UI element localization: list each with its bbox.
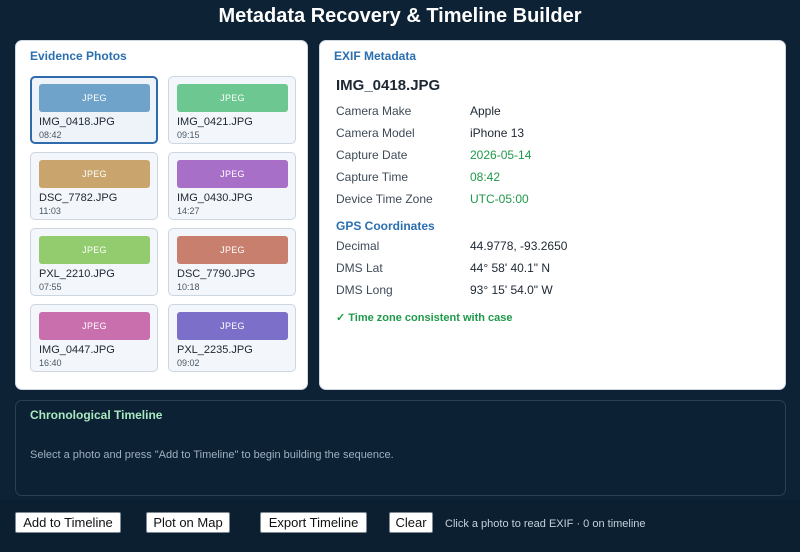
photo-time: 09:02 xyxy=(177,358,200,368)
exif-row-camera-model: Camera Model iPhone 13 xyxy=(336,126,756,142)
exif-key: Capture Time xyxy=(336,170,409,184)
gps-section-title: GPS Coordinates xyxy=(336,219,435,233)
photo-thumbnail[interactable]: JPEG IMG_0430.JPG 14:27 xyxy=(168,152,296,220)
exif-key: Camera Make xyxy=(336,104,412,118)
exif-row-capture-time: Capture Time 08:42 xyxy=(336,170,756,186)
exif-filename: IMG_0418.JPG xyxy=(336,77,441,94)
gps-value: 44.9778, -93.2650 xyxy=(470,239,568,253)
timeline-empty-hint: Select a photo and press "Add to Timelin… xyxy=(30,449,394,461)
photo-filename: PXL_2210.JPG xyxy=(39,268,115,280)
exif-row-camera-make: Camera Make Apple xyxy=(336,104,756,120)
exif-panel: EXIF Metadata IMG_0418.JPG Camera Make A… xyxy=(319,40,786,390)
evidence-panel-title: Evidence Photos xyxy=(30,49,127,63)
photo-time: 14:27 xyxy=(177,206,200,216)
photo-grid: JPEG IMG_0418.JPG 08:42 JPEG IMG_0421.JPG 09:… xyxy=(30,76,296,372)
photo-preview: JPEG xyxy=(39,236,150,264)
photo-preview: JPEG xyxy=(39,84,150,112)
photo-preview: JPEG xyxy=(177,84,288,112)
exif-row-capture-date: Capture Date 2026-05-14 xyxy=(336,148,756,164)
photo-filename: IMG_0418.JPG xyxy=(39,116,115,128)
photo-filename: IMG_0421.JPG xyxy=(177,116,253,128)
gps-key: DMS Lat xyxy=(336,261,383,275)
photo-thumbnail[interactable]: JPEG IMG_0421.JPG 09:15 xyxy=(168,76,296,144)
exif-panel-title: EXIF Metadata xyxy=(334,49,417,63)
add-to-timeline-button[interactable]: Add to Timeline xyxy=(15,512,121,533)
exif-value: Apple xyxy=(470,104,501,118)
photo-filename: IMG_0447.JPG xyxy=(39,344,115,356)
photo-filename: DSC_7782.JPG xyxy=(39,192,118,204)
timeline-title: Chronological Timeline xyxy=(30,408,163,422)
exif-value: 2026-05-14 xyxy=(470,148,532,162)
photo-filename: PXL_2235.JPG xyxy=(177,344,253,356)
exif-value: UTC-05:00 xyxy=(470,192,529,206)
exif-key: Capture Date xyxy=(336,148,408,162)
exif-row-device-time-zone: Device Time Zone UTC-05:00 xyxy=(336,192,756,208)
photo-thumbnail[interactable]: JPEG IMG_0447.JPG 16:40 xyxy=(30,304,158,372)
photo-thumbnail[interactable]: JPEG DSC_7782.JPG 11:03 xyxy=(30,152,158,220)
gps-row-dms-long: DMS Long 93° 15' 54.0" W xyxy=(336,283,756,299)
evidence-panel: Evidence Photos JPEG IMG_0418.JPG 08:42 JPE… xyxy=(15,40,308,390)
gps-value: 93° 15' 54.0" W xyxy=(470,283,553,297)
exif-value: 08:42 xyxy=(470,170,501,184)
timeline-panel: Chronological Timeline Select a photo an… xyxy=(15,400,786,496)
gps-value: 44° 58' 40.1" N xyxy=(470,261,551,275)
toolbar: Add to Timeline Plot on Map Export Timel… xyxy=(0,500,800,552)
gps-key: Decimal xyxy=(336,239,380,253)
photo-time: 11:03 xyxy=(39,206,61,216)
photo-thumbnail[interactable]: JPEG IMG_0418.JPG 08:42 xyxy=(30,76,158,144)
exif-key: Camera Model xyxy=(336,126,415,140)
gps-key: DMS Long xyxy=(336,283,393,297)
photo-thumbnail[interactable]: JPEG PXL_2210.JPG 07:55 xyxy=(30,228,158,296)
photo-time: 09:15 xyxy=(177,130,200,140)
exif-value: iPhone 13 xyxy=(470,126,525,140)
photo-time: 07:55 xyxy=(39,282,62,292)
export-timeline-button[interactable]: Export Timeline xyxy=(260,512,367,533)
clear-button[interactable]: Clear xyxy=(389,512,433,533)
photo-preview: JPEG xyxy=(177,236,288,264)
photo-filename: IMG_0430.JPG xyxy=(177,192,253,204)
photo-filename: DSC_7790.JPG xyxy=(177,268,256,280)
time-zone-status: ✓ Time zone consistent with case xyxy=(336,312,513,324)
photo-preview: JPEG xyxy=(39,160,150,188)
status-text: Click a photo to read EXIF · 0 on timeli… xyxy=(445,518,646,530)
photo-preview: JPEG xyxy=(177,160,288,188)
gps-row-dms-lat: DMS Lat 44° 58' 40.1" N xyxy=(336,261,756,277)
photo-time: 16:40 xyxy=(39,358,62,368)
app-title: Metadata Recovery & Timeline Builder xyxy=(218,5,582,27)
photo-thumbnail[interactable]: JPEG DSC_7790.JPG 10:18 xyxy=(168,228,296,296)
photo-preview: JPEG xyxy=(39,312,150,340)
photo-thumbnail[interactable]: JPEG PXL_2235.JPG 09:02 xyxy=(168,304,296,372)
photo-time: 08:42 xyxy=(39,130,62,140)
gps-row-decimal: Decimal 44.9778, -93.2650 xyxy=(336,239,756,255)
plot-on-map-button[interactable]: Plot on Map xyxy=(146,512,230,533)
exif-key: Device Time Zone xyxy=(336,192,433,206)
photo-time: 10:18 xyxy=(177,282,200,292)
photo-preview: JPEG xyxy=(177,312,288,340)
